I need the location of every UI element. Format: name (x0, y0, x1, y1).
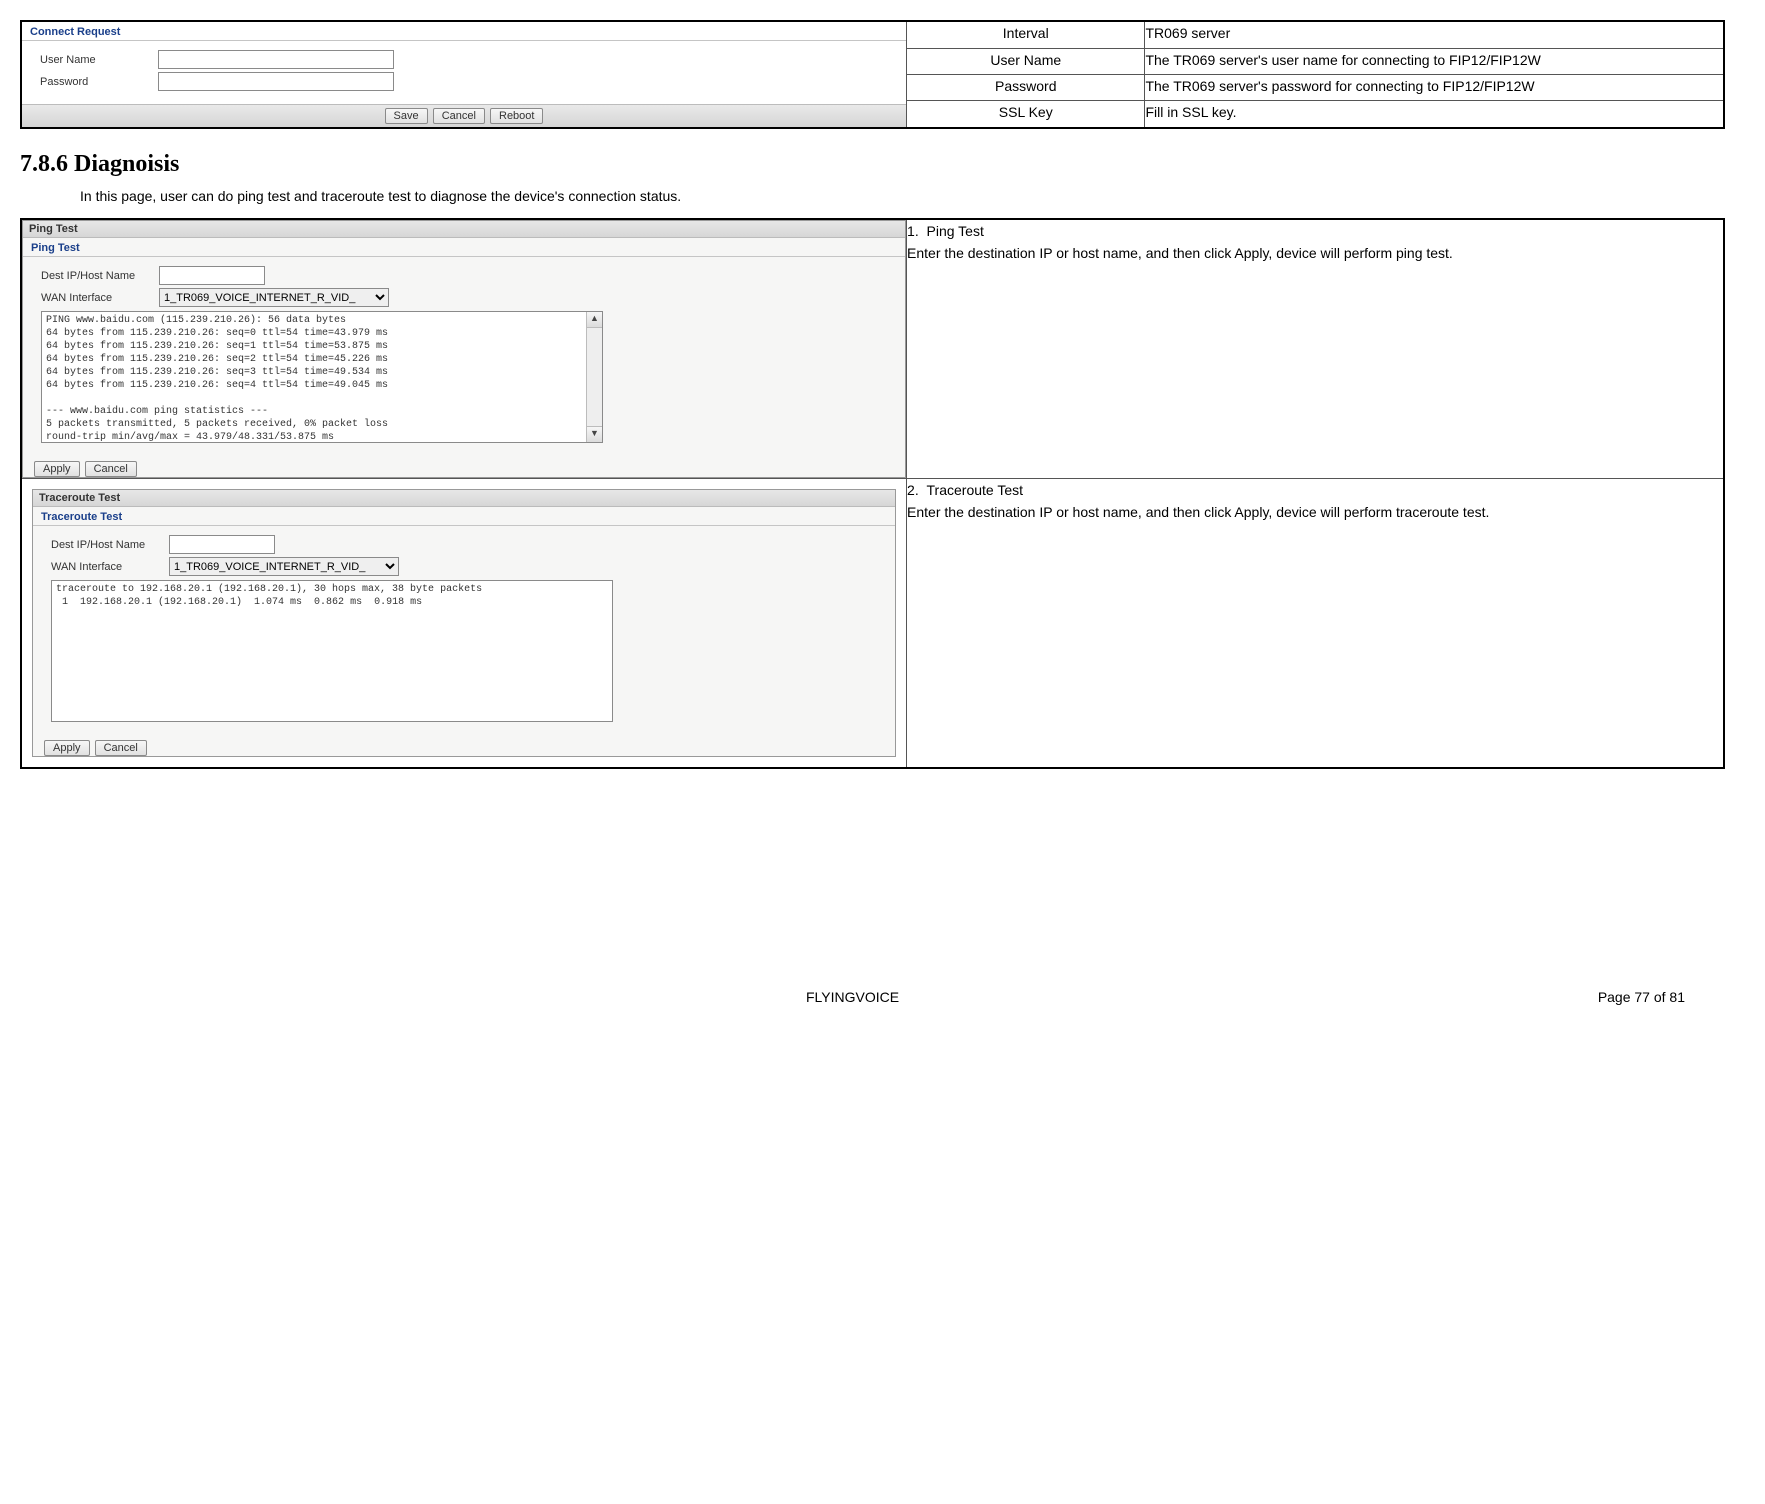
traceroute-dest-input[interactable] (169, 535, 275, 554)
footer-page: Page 77 of 81 (1136, 989, 1685, 1005)
footer-brand: FLYINGVOICE (578, 989, 1127, 1005)
section-intro: In this page, user can do ping test and … (80, 188, 1725, 204)
save-button[interactable]: Save (385, 108, 428, 124)
ping-wan-select[interactable]: 1_TR069_VOICE_INTERNET_R_VID_ (159, 288, 389, 307)
desc-interval: TR069 server (1145, 21, 1724, 48)
traceroute-description-cell: 2. Traceroute Test Enter the destination… (907, 479, 1724, 769)
scroll-up-icon[interactable]: ▲ (587, 312, 602, 328)
traceroute-desc-body: Enter the destination IP or host name, a… (907, 504, 1489, 520)
connect-request-panel: Connect Request User Name Password Save … (22, 22, 906, 127)
ping-desc-body: Enter the destination IP or host name, a… (907, 245, 1453, 261)
ping-desc-title: Ping Test (927, 223, 984, 239)
tr069-table: Connect Request User Name Password Save … (20, 20, 1725, 129)
traceroute-section-label: Traceroute Test (33, 507, 895, 526)
ping-dest-label: Dest IP/Host Name (41, 270, 159, 282)
ping-output: PING www.baidu.com (115.239.210.26): 56 … (42, 312, 602, 443)
traceroute-dest-label: Dest IP/Host Name (51, 539, 169, 551)
cancel-button[interactable]: Cancel (433, 108, 485, 124)
connect-request-screenshot-cell: Connect Request User Name Password Save … (21, 21, 907, 128)
traceroute-desc-num: 2. (907, 482, 919, 498)
traceroute-output-box: traceroute to 192.168.20.1 (192.168.20.1… (51, 580, 613, 722)
field-password: Password (907, 74, 1145, 100)
traceroute-panel: Traceroute Test Traceroute Test Dest IP/… (32, 489, 896, 757)
reboot-button[interactable]: Reboot (490, 108, 543, 124)
ping-panel: Ping Test Ping Test Dest IP/Host Name WA… (22, 220, 906, 478)
ping-apply-button[interactable]: Apply (34, 461, 80, 477)
ping-section-label: Ping Test (23, 238, 905, 257)
ping-desc-num: 1. (907, 223, 919, 239)
traceroute-screenshot-cell: Traceroute Test Traceroute Test Dest IP/… (21, 479, 907, 769)
ping-titlebar: Ping Test (23, 221, 905, 238)
traceroute-wan-select[interactable]: 1_TR069_VOICE_INTERNET_R_VID_ (169, 557, 399, 576)
username-input[interactable] (158, 50, 394, 69)
ping-description-cell: 1. Ping Test Enter the destination IP or… (907, 219, 1724, 479)
desc-username: The TR069 server's user name for connect… (1145, 48, 1724, 74)
desc-password: The TR069 server's password for connecti… (1145, 74, 1724, 100)
diagnosis-table: Ping Test Ping Test Dest IP/Host Name WA… (20, 218, 1725, 769)
ping-output-box: PING www.baidu.com (115.239.210.26): 56 … (41, 311, 603, 443)
ping-cancel-button[interactable]: Cancel (85, 461, 137, 477)
password-input[interactable] (158, 72, 394, 91)
ping-scrollbar[interactable]: ▲ ▼ (586, 312, 602, 442)
traceroute-output: traceroute to 192.168.20.1 (192.168.20.1… (52, 581, 612, 611)
field-interval: Interval (907, 21, 1145, 48)
traceroute-apply-button[interactable]: Apply (44, 740, 90, 756)
ping-screenshot-cell: Ping Test Ping Test Dest IP/Host Name WA… (21, 219, 907, 479)
username-label: User Name (40, 54, 158, 66)
desc-sslkey: Fill in SSL key. (1145, 101, 1724, 128)
ping-dest-input[interactable] (159, 266, 265, 285)
field-username: User Name (907, 48, 1145, 74)
ping-wan-label: WAN Interface (41, 292, 159, 304)
section-heading: 7.8.6 Diagnoisis (20, 151, 1725, 178)
traceroute-cancel-button[interactable]: Cancel (95, 740, 147, 756)
traceroute-desc-title: Traceroute Test (927, 482, 1024, 498)
traceroute-titlebar: Traceroute Test (33, 490, 895, 507)
field-sslkey: SSL Key (907, 101, 1145, 128)
connect-request-button-row: Save Cancel Reboot (22, 104, 906, 127)
connect-request-title: Connect Request (22, 22, 906, 41)
scroll-down-icon[interactable]: ▼ (587, 426, 602, 442)
password-label: Password (40, 76, 158, 88)
traceroute-wan-label: WAN Interface (51, 561, 169, 573)
page-footer: FLYINGVOICE Page 77 of 81 (20, 989, 1725, 1005)
